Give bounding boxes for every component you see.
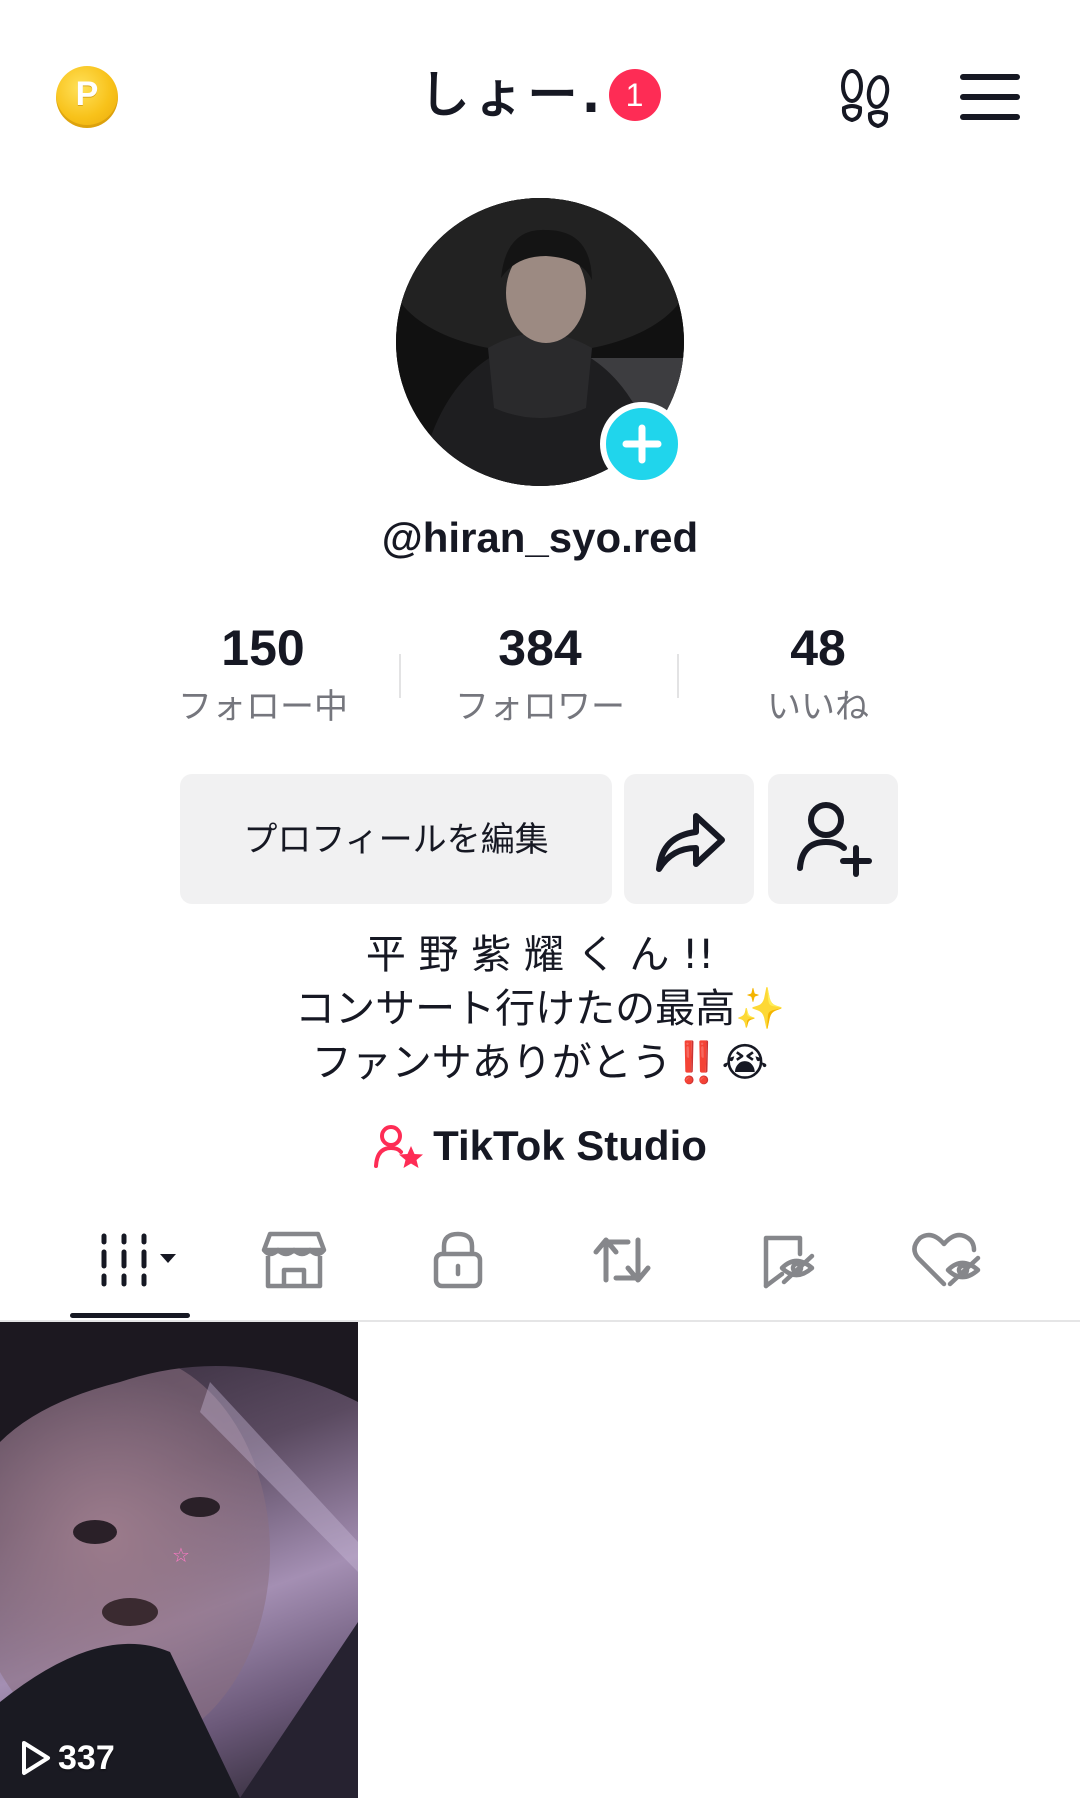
plus-icon	[622, 424, 662, 464]
play-icon	[22, 1741, 50, 1775]
chevron-down-icon	[160, 1254, 176, 1263]
username: @hiran_syo.red	[381, 514, 699, 561]
add-avatar-button[interactable]	[600, 402, 684, 486]
tab-private[interactable]	[398, 1228, 518, 1292]
following-count: 150	[221, 620, 305, 676]
tab-liked[interactable]	[890, 1228, 1010, 1292]
bio-line: コンサート行けたの最高✨	[295, 986, 785, 1032]
liked-hidden-icon	[912, 1232, 981, 1287]
tab-reposts[interactable]	[562, 1228, 682, 1292]
stat-divider	[399, 654, 401, 698]
tab-shop[interactable]	[234, 1228, 354, 1292]
bookmark-hidden-icon	[763, 1235, 815, 1289]
studio-label: TikTok Studio	[433, 1122, 707, 1169]
likes-stat[interactable]: 48 いいね	[683, 618, 953, 732]
video-thumbnail-image: ☆	[0, 1322, 358, 1798]
share-icon	[656, 813, 725, 872]
tab-videos[interactable]	[70, 1228, 190, 1292]
tab-favorites[interactable]	[726, 1228, 846, 1292]
bio-line: 平 野 紫 耀 く ん !!	[365, 932, 715, 978]
edit-profile-button[interactable]: プロフィールを編集	[180, 774, 612, 904]
following-stat[interactable]: 150 フォロー中	[128, 618, 398, 732]
profile-title-bar[interactable]: しょー. 1	[300, 60, 780, 130]
add-user-icon	[797, 802, 872, 877]
active-tab-indicator	[70, 1313, 190, 1318]
stat-divider	[677, 654, 679, 698]
studio-icon	[374, 1125, 424, 1168]
notification-badge: 1	[608, 69, 661, 121]
lock-icon	[433, 1231, 483, 1289]
svg-text:☆: ☆	[172, 1543, 190, 1567]
likes-count: 48	[790, 620, 846, 676]
followers-label: フォロワー	[455, 687, 625, 727]
add-friends-button[interactable]	[768, 774, 898, 904]
coin-icon[interactable]: P	[56, 66, 118, 128]
following-label: フォロー中	[178, 687, 348, 727]
tiktok-studio-link[interactable]: TikTok Studio	[0, 1118, 1080, 1174]
display-name-title: しょー.	[419, 66, 605, 124]
bio-line: ファンサありがとう‼️😭	[311, 1040, 769, 1086]
view-count: 337	[58, 1738, 115, 1777]
menu-icon[interactable]	[960, 72, 1020, 122]
shop-icon	[261, 1231, 327, 1289]
grid-icon	[101, 1233, 176, 1287]
video-thumbnail[interactable]: ☆	[0, 1322, 358, 1798]
share-profile-button[interactable]	[624, 774, 754, 904]
followers-stat[interactable]: 384 フォロワー	[405, 618, 675, 732]
video-views: 337	[18, 1738, 115, 1788]
footprints-icon[interactable]	[836, 66, 896, 128]
followers-count: 384	[498, 620, 582, 676]
bio: 平 野 紫 耀 く ん !! コンサート行けたの最高✨ ファンサありがとう‼️😭	[0, 928, 1080, 1090]
likes-label: いいね	[767, 687, 869, 727]
repost-icon	[593, 1237, 651, 1283]
